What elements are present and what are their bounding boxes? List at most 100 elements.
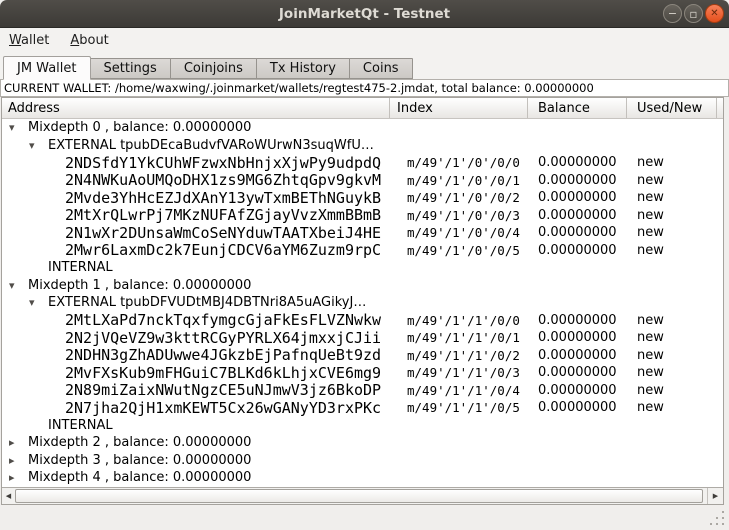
column-header-balance[interactable]: Balance [528,98,627,118]
tree-row[interactable]: ▸Mixdepth 4 , balance: 0.00000000 [2,469,723,487]
tree-row[interactable]: 2NDHN3gZhADUwwe4JGkzbEjPafnqUeBt9zdm/49'… [2,347,723,365]
status-cell: new [627,313,717,328]
address-text: 2MtXrQLwrPj7MKzNUFAfZGjayVvzXmmBBmB [65,206,381,224]
maximize-button[interactable]: ▫ [684,4,703,23]
tree-row[interactable]: 2N89miZaixNWutNgzCE5uNJmwV3jz6BkoDPm/49'… [2,382,723,400]
tree-row[interactable]: ▸Mixdepth 2 , balance: 0.00000000 [2,434,723,452]
tree-body: ▾Mixdepth 0 , balance: 0.00000000▾EXTERN… [2,119,723,487]
scroll-left-icon[interactable]: ◀ [2,488,15,504]
status-cell: new [627,400,717,415]
index-cell: m/49'/1'/1'/0/0 [390,313,528,328]
address-cell: 2N2jVQeVZ9w3kttRCGyPYRLX64jmxxjCJii [2,329,390,347]
titlebar[interactable]: JoinMarketQt - Testnet −▫✕ [0,0,729,28]
tree-row[interactable]: 2MtLXaPd7nckTqxfymgcGjaFkEsFLVZNwkw m/49'… [2,312,723,330]
scrollbar-thumb[interactable] [15,489,703,503]
current-wallet-banner: CURRENT WALLET: /home/waxwing/.joinmarke… [0,79,729,97]
tree-row[interactable]: INTERNAL [2,259,723,277]
address-cell: 2N89miZaixNWutNgzCE5uNJmwV3jz6BkoDP [2,381,390,399]
group-label: Mixdepth 1 , balance: 0.00000000 [28,278,251,293]
address-cell: 2MtXrQLwrPj7MKzNUFAfZGjayVvzXmmBBmB [2,206,390,224]
index-cell: m/49'/1'/0'/0/5 [390,243,528,258]
group-label: Mixdepth 2 , balance: 0.00000000 [28,435,251,450]
address-cell: 2N1wXr2DUnsaWmCoSeNYduwTAATXbeiJ4HE [2,224,390,242]
balance-cell: 0.00000000 [528,400,627,415]
index-cell: m/49'/1'/1'/0/1 [390,330,528,345]
menu-wallet[interactable]: Wallet [9,33,49,48]
tree-row[interactable]: INTERNAL [2,417,723,435]
tree-row[interactable]: ▾EXTERNAL tpubDEcaBudvfVARoWUrwN3suqWfU… [2,137,723,155]
tree-row[interactable]: ▸Mixdepth 3 , balance: 0.00000000 [2,452,723,470]
address-cell: ▸Mixdepth 4 , balance: 0.00000000 [2,470,390,485]
expand-arrow-icon[interactable]: ▸ [4,471,28,484]
tree-row[interactable]: 2MvFXsKub9mFHGuiC7BLKd6kLhjxCVE6mg9m/49'… [2,364,723,382]
address-text: 2N1wXr2DUnsaWmCoSeNYduwTAATXbeiJ4HE [65,224,381,242]
expand-arrow-icon[interactable]: ▸ [4,436,28,449]
tree-row[interactable]: 2Mvde3YhHcEZJdXAnY13ywTxmBEThNGuykBm/49'… [2,189,723,207]
group-label: Mixdepth 0 , balance: 0.00000000 [28,120,251,135]
group-label: EXTERNAL tpubDFVUDtMBJ4DBTNri8A5uAGikyJ… [48,295,366,310]
tree-row[interactable]: 2NDSfdY1YkCUhWFzwxNbHnjxXjwPy9udpdQm/49'… [2,154,723,172]
address-cell: 2MvFXsKub9mFHGuiC7BLKd6kLhjxCVE6mg9 [2,364,390,382]
balance-cell: 0.00000000 [528,383,627,398]
scrollbar-track[interactable] [15,488,707,504]
tab-tx-history[interactable]: Tx History [256,58,350,79]
address-cell: ▾EXTERNAL tpubDEcaBudvfVARoWUrwN3suqWfU… [2,138,390,153]
tab-coinjoins[interactable]: Coinjoins [170,58,257,79]
address-text: 2N2jVQeVZ9w3kttRCGyPYRLX64jmxxjCJii [65,329,381,347]
expand-arrow-icon[interactable]: ▸ [4,454,28,467]
column-header-address[interactable]: Address [2,98,390,118]
wallet-tree: AddressIndexBalanceUsed/New ▾Mixdepth 0 … [1,97,724,505]
minimize-button[interactable]: − [663,4,682,23]
address-cell: 2N4NWKuAoUMQoDHX1zs9MG6ZhtqGpv9gkvM [2,171,390,189]
column-header-filler [717,98,723,118]
tab-jm-wallet[interactable]: JM Wallet [3,56,91,80]
column-header-index[interactable]: Index [390,98,528,118]
address-text: 2N4NWKuAoUMQoDHX1zs9MG6ZhtqGpv9gkvM [65,171,381,189]
tab-settings[interactable]: Settings [90,58,171,79]
address-text: 2Mwr6LaxmDc2k7EunjCDCV6aYM6Zuzm9rpC [65,241,381,259]
tree-row[interactable]: ▾EXTERNAL tpubDFVUDtMBJ4DBTNri8A5uAGikyJ… [2,294,723,312]
tree-row[interactable]: 2Mwr6LaxmDc2k7EunjCDCV6aYM6Zuzm9rpC m/49'… [2,242,723,260]
address-cell: 2NDHN3gZhADUwwe4JGkzbEjPafnqUeBt9zd [2,346,390,364]
column-header-used-new[interactable]: Used/New [627,98,717,118]
resize-grip-icon[interactable] [709,510,725,526]
tree-row[interactable]: ▾Mixdepth 1 , balance: 0.00000000 [2,277,723,295]
collapse-arrow-icon[interactable]: ▾ [24,139,48,152]
balance-cell: 0.00000000 [528,365,627,380]
menubar: Wallet About [0,28,729,52]
app-window: JoinMarketQt - Testnet −▫✕ Wallet About J… [0,0,729,530]
address-cell: 2NDSfdY1YkCUhWFzwxNbHnjxXjwPy9udpdQ [2,154,390,172]
tree-row[interactable]: 2N7jha2QjH1xmKEWT5Cx26wGANyYD3rxPKcm/49'… [2,399,723,417]
window-title: JoinMarketQt - Testnet [279,6,450,22]
address-cell: ▸Mixdepth 2 , balance: 0.00000000 [2,435,390,450]
menu-about[interactable]: About [70,33,108,48]
address-text: 2MvFXsKub9mFHGuiC7BLKd6kLhjxCVE6mg9 [65,364,381,382]
tree-row[interactable]: 2MtXrQLwrPj7MKzNUFAfZGjayVvzXmmBBmBm/49'… [2,207,723,225]
collapse-arrow-icon[interactable]: ▾ [24,296,48,309]
close-button[interactable]: ✕ [705,4,724,23]
balance-cell: 0.00000000 [528,243,627,258]
tree-row[interactable]: ▾Mixdepth 0 , balance: 0.00000000 [2,119,723,137]
horizontal-scrollbar[interactable]: ◀ ▶ [2,487,723,504]
status-cell: new [627,348,717,363]
tab-bar: JM WalletSettingsCoinjoinsTx HistoryCoin… [0,52,729,79]
tab-coins[interactable]: Coins [349,58,413,79]
window-controls: −▫✕ [663,4,724,23]
tree-row[interactable]: 2N4NWKuAoUMQoDHX1zs9MG6ZhtqGpv9gkvMm/49'… [2,172,723,190]
tree-row[interactable]: 2N2jVQeVZ9w3kttRCGyPYRLX64jmxxjCJii m/49'… [2,329,723,347]
address-cell: 2MtLXaPd7nckTqxfymgcGjaFkEsFLVZNwkw [2,311,390,329]
address-text: 2MtLXaPd7nckTqxfymgcGjaFkEsFLVZNwkw [65,311,381,329]
address-text: 2NDHN3gZhADUwwe4JGkzbEjPafnqUeBt9zd [65,346,381,364]
window-bottom-strip [0,505,729,530]
address-cell: ▾Mixdepth 1 , balance: 0.00000000 [2,278,390,293]
balance-cell: 0.00000000 [528,208,627,223]
collapse-arrow-icon[interactable]: ▾ [4,279,28,292]
status-cell: new [627,383,717,398]
status-cell: new [627,190,717,205]
scroll-right-icon[interactable]: ▶ [707,488,723,504]
tree-header: AddressIndexBalanceUsed/New [2,98,723,119]
collapse-arrow-icon[interactable]: ▾ [4,121,28,134]
tree-row[interactable]: 2N1wXr2DUnsaWmCoSeNYduwTAATXbeiJ4HEm/49'… [2,224,723,242]
address-cell: ▸Mixdepth 3 , balance: 0.00000000 [2,453,390,468]
index-cell: m/49'/1'/1'/0/5 [390,400,528,415]
